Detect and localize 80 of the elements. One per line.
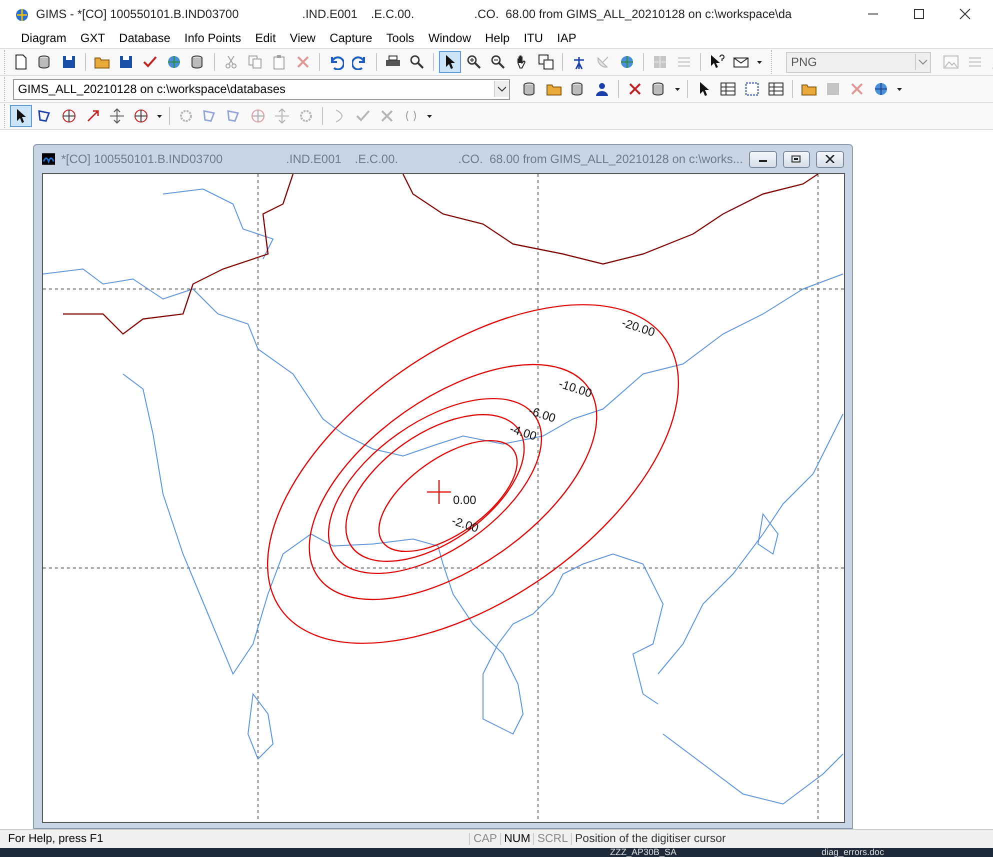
cross-icon xyxy=(295,54,311,70)
polygon-icon xyxy=(202,108,218,124)
cross-icon xyxy=(379,108,395,124)
desktop-file-label: diag_errors.doc xyxy=(822,848,884,857)
antenna-icon xyxy=(571,54,587,70)
restore-icon xyxy=(791,155,802,163)
toolbar-button[interactable] xyxy=(439,51,461,73)
menu-item[interactable]: Tools xyxy=(379,31,422,45)
contour-label: -20.00 xyxy=(620,316,657,340)
cross-icon xyxy=(849,81,865,97)
globe-icon xyxy=(619,54,635,70)
help-icon xyxy=(709,54,725,70)
close-icon xyxy=(825,155,836,163)
contour-label: -10.00 xyxy=(557,376,594,400)
caret-icon xyxy=(156,114,162,118)
database-dropdown[interactable]: GIMS_ALL_20210128 on c:\workspace\databases xyxy=(13,78,510,100)
close-icon[interactable] xyxy=(959,8,971,20)
person-icon xyxy=(594,81,610,97)
desktop-file-label: ZZZ_AP30B_SA xyxy=(610,848,677,857)
status-message: For Help, press F1 xyxy=(7,833,104,845)
caret-icon xyxy=(426,114,432,118)
move-icon xyxy=(274,108,290,124)
close-button[interactable] xyxy=(816,150,844,168)
menu-item[interactable]: Edit xyxy=(248,31,283,45)
status-indicator: SCRL xyxy=(533,833,571,845)
menu-item[interactable]: ITU xyxy=(516,31,550,45)
copies-icon xyxy=(247,54,263,70)
target-icon xyxy=(133,108,149,124)
windows-icon xyxy=(538,54,554,70)
restore-button[interactable] xyxy=(782,150,810,168)
table-icon xyxy=(720,81,736,97)
toolbar-button[interactable] xyxy=(10,105,32,127)
status-indicator: CAP xyxy=(469,833,500,845)
move-icon xyxy=(109,108,125,124)
target-icon xyxy=(250,108,266,124)
status-indicator: NUM xyxy=(500,833,534,845)
zoom-in-icon xyxy=(466,54,482,70)
zoom-out-icon xyxy=(490,54,506,70)
clipboard-icon xyxy=(271,54,287,70)
menu-item[interactable]: Database xyxy=(112,31,178,45)
redo-icon xyxy=(352,54,368,70)
curve-icon xyxy=(335,108,343,124)
contour-label: -2.00 xyxy=(450,514,480,536)
polygon-icon xyxy=(37,108,53,124)
target-icon xyxy=(61,108,77,124)
menu-item[interactable]: IAP xyxy=(550,31,584,45)
picture-icon xyxy=(943,54,959,70)
table-icon xyxy=(768,81,784,97)
brackets-icon xyxy=(403,108,419,124)
tick-icon xyxy=(355,108,371,124)
menu-item[interactable]: Capture xyxy=(322,31,380,45)
minimize-button[interactable] xyxy=(748,150,777,168)
menu-item[interactable]: Window xyxy=(421,31,478,45)
page-icon xyxy=(13,54,29,70)
arrow-icon xyxy=(85,108,101,124)
cross-icon xyxy=(627,81,643,97)
tick-icon xyxy=(142,54,158,70)
scissors-icon xyxy=(223,54,239,70)
polygon-icon xyxy=(226,108,242,124)
menu-item[interactable]: Info Points xyxy=(177,31,248,45)
status-hint: Position of the digitiser cursor xyxy=(571,833,979,845)
dish-icon xyxy=(595,54,611,70)
caret-icon xyxy=(756,60,762,64)
maximize-icon[interactable] xyxy=(913,8,925,20)
globe-icon xyxy=(166,54,182,70)
menu-item[interactable]: GXT xyxy=(73,31,112,45)
crosshair-icon xyxy=(426,479,452,505)
undo-icon xyxy=(328,54,344,70)
caret-icon xyxy=(896,88,902,90)
globe-icon xyxy=(873,81,889,97)
menu-item[interactable]: Help xyxy=(478,31,517,45)
contour-label: 0.00 xyxy=(453,493,476,507)
menu-item[interactable]: View xyxy=(282,31,323,45)
menu-item[interactable]: Diagram xyxy=(14,31,74,45)
window-title: GIMS - *[CO] 100550101.B.IND03700 .IND.E001 .E.C.00. .CO. 68.00 from GIMS_ALL_20210128 on c:\workspace\da xyxy=(36,7,793,21)
app-icon xyxy=(42,152,56,166)
window-title: *[CO] 100550101.B.IND03700 .IND.E001 .E.C.00. .CO. 68.00 from GIMS_ALL_20210128 on c:\works... xyxy=(61,152,743,166)
globe-icon xyxy=(14,6,30,22)
magnifier-icon xyxy=(409,54,425,70)
caret-icon xyxy=(674,88,680,90)
